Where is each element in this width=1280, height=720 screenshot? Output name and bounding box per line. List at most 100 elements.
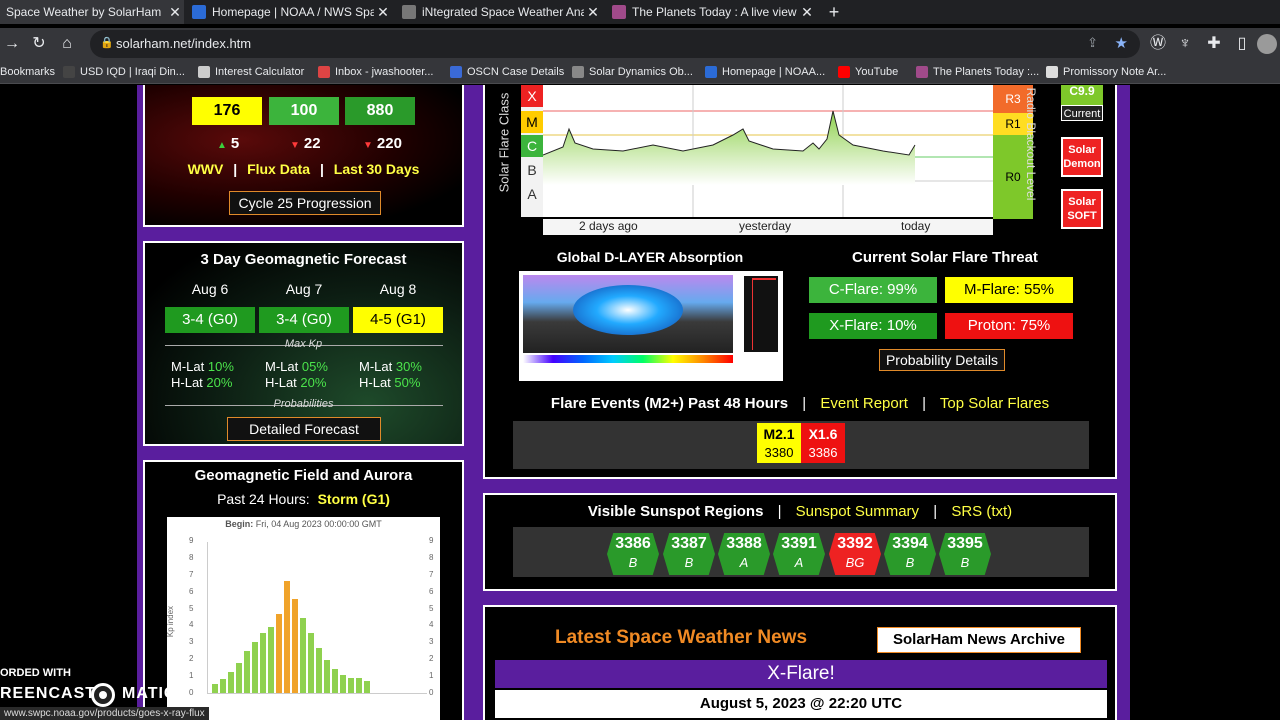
bookmark-item[interactable]: USD IQD | Iraqi Din... xyxy=(63,64,185,80)
sunspot-region[interactable]: 3395 B xyxy=(939,533,991,575)
home-icon[interactable]: ⌂ xyxy=(55,32,79,56)
tab-noaa[interactable]: Homepage | NOAA / NWS Space ✕ xyxy=(186,0,392,24)
kp-ytick: 8 xyxy=(429,552,434,562)
bookmark-item[interactable]: OSCN Case Details xyxy=(450,64,564,80)
address-bar[interactable]: 🔒 solarham.net/index.htm ⇪ ★ xyxy=(90,30,1140,58)
current-flux-box[interactable]: C9.9 Current xyxy=(1061,85,1103,121)
sunspot-region[interactable]: 3387 B xyxy=(663,533,715,575)
kp-chart[interactable]: Begin: Fri, 04 Aug 2023 00:00:00 GMT Kp … xyxy=(166,517,440,720)
probability-details-button[interactable]: Probability Details xyxy=(879,349,1005,371)
tab-title: The Planets Today : A live view of xyxy=(632,5,798,19)
sunspot-summary-link[interactable]: Sunspot Summary xyxy=(796,503,919,520)
flare-event-x16[interactable]: X1.6 3386 xyxy=(801,423,845,463)
calculator-icon xyxy=(198,66,210,78)
bookmark-item[interactable]: Bookmarks xyxy=(0,64,55,80)
kp-ytick: 9 xyxy=(189,536,194,545)
geomagnetic-field-panel: Geomagnetic Field and Aurora Past 24 Hou… xyxy=(143,460,464,720)
sunspot-strip: 3386 B 3387 B 3388 A 3391 A 3392 BG 3394 B 339… xyxy=(513,527,1089,577)
kp-bars xyxy=(207,542,427,694)
watermark-top: ORDED WITH xyxy=(0,667,71,679)
kp-ylabel: Kp index xyxy=(166,605,176,638)
solar-demon-button[interactable]: Solar Demon xyxy=(1061,137,1103,177)
flare-event-m21[interactable]: M2.1 3380 xyxy=(757,423,801,463)
kp-ytick: 9 xyxy=(429,536,434,545)
wwv-link[interactable]: WWV xyxy=(188,161,224,177)
lock-icon: 🔒 xyxy=(100,37,114,49)
top-flares-link[interactable]: Top Solar Flares xyxy=(940,395,1049,412)
storm-status[interactable]: Storm (G1) xyxy=(318,491,390,507)
tab-solarham[interactable]: Space Weather by SolarHam ✕ xyxy=(0,0,184,24)
inv-icon xyxy=(63,66,75,78)
sunspot-region[interactable]: 3394 B xyxy=(884,533,936,575)
kp-ytick: 1 xyxy=(429,671,434,681)
kp-ytick: 3 xyxy=(429,637,434,647)
bookmark-item[interactable]: The Planets Today :... xyxy=(916,64,1039,80)
class-scale: X M C B A xyxy=(521,85,543,217)
xray-flux-chart[interactable] xyxy=(542,85,993,217)
browser-tab-bar: Space Weather by SolarHam ✕ Homepage | N… xyxy=(0,0,1280,24)
kp-ytick: 0 xyxy=(429,688,434,697)
sunspot-region[interactable]: 3386 B xyxy=(607,533,659,575)
close-icon[interactable]: ✕ xyxy=(374,4,392,21)
bookmark-item[interactable]: Interest Calculator xyxy=(198,64,304,80)
solar-soft-button[interactable]: Solar SOFT xyxy=(1061,189,1103,229)
new-tab-button[interactable]: + xyxy=(822,0,846,24)
bookmark-star-icon[interactable]: ★ xyxy=(1115,34,1128,52)
kp-bar xyxy=(348,677,354,693)
globe-favicon-icon xyxy=(402,5,416,19)
cycle-25-button[interactable]: Cycle 25 Progression xyxy=(229,191,381,215)
field-title: Geomagnetic Field and Aurora xyxy=(194,467,413,484)
news-headline[interactable]: X-Flare! xyxy=(495,660,1107,688)
news-archive-button[interactable]: SolarHam News Archive xyxy=(877,627,1081,653)
flare-events-title: Flare Events (M2+) Past 48 Hours xyxy=(550,395,789,412)
reload-icon[interactable]: ↻ xyxy=(27,32,51,56)
close-icon[interactable]: ✕ xyxy=(798,4,816,21)
last-30-days-link[interactable]: Last 30 Days xyxy=(334,161,420,177)
forecast-day: Aug 7 xyxy=(285,281,323,297)
puzzle-icon[interactable]: ✚ xyxy=(1202,32,1226,56)
bookmark-item[interactable]: Solar Dynamics Ob... xyxy=(572,64,693,80)
kp-ytick: 7 xyxy=(429,569,434,579)
proton-prob: Proton: 75% xyxy=(945,313,1073,339)
sunspot-region[interactable]: 3392 BG xyxy=(829,533,881,575)
browser-toolbar: → ↻ ⌂ 🔒 solarham.net/index.htm ⇪ ★ Ⓦ ♆ ✚… xyxy=(0,28,1280,60)
detailed-forecast-button[interactable]: Detailed Forecast xyxy=(227,417,381,441)
event-report-link[interactable]: Event Report xyxy=(820,395,908,412)
dlayer-legend-bar xyxy=(523,355,733,363)
tab-planets[interactable]: The Planets Today : A live view of ✕ xyxy=(606,0,816,24)
kp-bar xyxy=(252,641,258,693)
forward-icon[interactable]: → xyxy=(0,32,24,56)
bookmark-item[interactable]: Inbox - jwashooter... xyxy=(318,64,433,80)
share-icon[interactable]: ⇪ xyxy=(1087,35,1098,51)
class-m: M xyxy=(521,111,543,133)
kp-ytick: 0 xyxy=(189,688,194,697)
ap-change: ▼ 22 xyxy=(290,135,321,152)
flux-change: ▲ 5 xyxy=(217,135,240,152)
flux-data-link[interactable]: Flux Data xyxy=(247,161,310,177)
bookmark-item[interactable]: Homepage | NOAA... xyxy=(705,64,825,80)
avatar[interactable] xyxy=(1257,34,1277,54)
bookmark-item[interactable]: Promissory Note Ar... xyxy=(1046,64,1166,80)
separator: | xyxy=(802,395,807,412)
extension-w-icon[interactable]: Ⓦ xyxy=(1146,32,1170,56)
planets-icon xyxy=(916,66,928,78)
sunspot-region[interactable]: 3388 A xyxy=(718,533,770,575)
sidepanel-icon[interactable]: ▯ xyxy=(1230,32,1254,56)
bookmark-item[interactable]: YouTube xyxy=(838,64,898,80)
watermark-left: REENCAST xyxy=(0,685,97,702)
sunspot-panel: Visible Sunspot Regions | Sunspot Summar… xyxy=(483,493,1117,591)
tab-title: Homepage | NOAA / NWS Space xyxy=(212,5,374,19)
extension-v-icon[interactable]: ♆ xyxy=(1173,32,1197,56)
dlayer-side-chart xyxy=(743,275,779,353)
kp-bar xyxy=(276,614,282,693)
close-icon[interactable]: ✕ xyxy=(584,4,602,21)
dlayer-absorption-blob xyxy=(573,285,683,335)
kp-ytick: 4 xyxy=(429,620,434,630)
close-icon[interactable]: ✕ xyxy=(166,4,184,21)
forecast-day: Aug 6 xyxy=(191,281,229,297)
sunspot-region[interactable]: 3391 A xyxy=(773,533,825,575)
dlayer-map[interactable] xyxy=(519,271,783,381)
tab-title: Space Weather by SolarHam xyxy=(6,5,162,19)
tab-integrated[interactable]: iNtegrated Space Weather Analy ✕ xyxy=(396,0,602,24)
srs-link[interactable]: SRS (txt) xyxy=(951,503,1012,520)
